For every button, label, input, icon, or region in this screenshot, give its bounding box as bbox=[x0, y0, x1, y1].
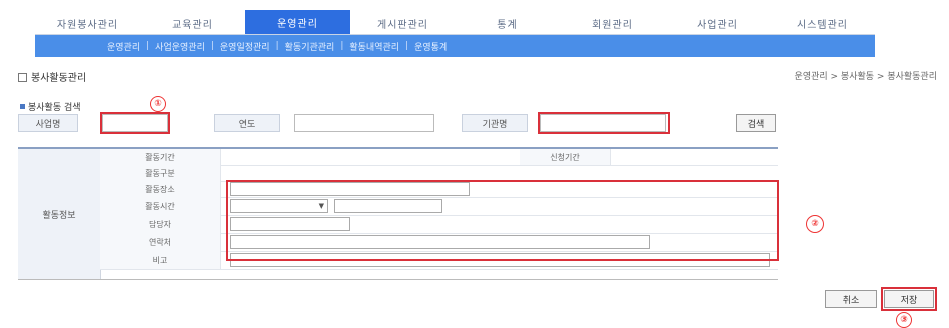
bullet-icon bbox=[20, 104, 25, 109]
form-row: 활동기간 신청기간 bbox=[100, 149, 778, 166]
search-row: 사업명 연도 기관명 검색 bbox=[18, 112, 798, 134]
nav-tab-education[interactable]: 교육관리 bbox=[140, 12, 245, 34]
subnav-separator: | bbox=[146, 41, 150, 51]
highlight-box bbox=[100, 112, 170, 134]
nav-tab-stats[interactable]: 통계 bbox=[455, 12, 560, 34]
nav-tab-business[interactable]: 사업관리 bbox=[665, 12, 770, 34]
top-navigation: 자원봉사관리 교육관리 운영관리 게시판관리 통계 회원관리 사업관리 시스템관… bbox=[35, 8, 875, 35]
subnav-item[interactable]: 활동내역관리 bbox=[349, 40, 399, 53]
form-row-extra-label: 신청기간 bbox=[520, 149, 611, 165]
form-row-label: 활동구분 bbox=[100, 165, 221, 181]
page-title-text: 봉사활동관리 bbox=[31, 73, 87, 84]
form-row-label: 활동장소 bbox=[100, 181, 221, 197]
search-label-2: 연도 bbox=[214, 114, 280, 132]
callout-1: ① bbox=[150, 96, 166, 112]
nav-tab-operation[interactable]: 운영관리 bbox=[245, 10, 350, 34]
sub-navigation: 운영관리 | 사업운영관리 | 운영일정관리 | 활동기관관리 | 활동내역관리 | 운영… bbox=[35, 35, 875, 57]
subnav-separator: | bbox=[340, 41, 344, 51]
highlight-box bbox=[538, 112, 670, 134]
form-group-label: 활동정보 bbox=[18, 149, 101, 279]
subnav-item[interactable]: 활동기관관리 bbox=[285, 40, 335, 53]
subnav-item[interactable]: 운영관리 bbox=[107, 40, 140, 53]
breadcrumb: 운영관리 > 봉사활동 > 봉사활동관리 bbox=[794, 72, 937, 82]
form-row-label: 활동기간 bbox=[100, 149, 221, 165]
form-row-label: 활동시간 bbox=[100, 197, 221, 215]
search-section-title: 봉사활동 검색 bbox=[20, 100, 81, 113]
search-section-label: 봉사활동 검색 bbox=[28, 103, 81, 113]
subnav-item[interactable]: 운영일정관리 bbox=[220, 40, 270, 53]
nav-tab-system[interactable]: 시스템관리 bbox=[770, 12, 875, 34]
reset-button[interactable]: 취소 bbox=[825, 290, 877, 308]
search-button[interactable]: 검색 bbox=[736, 114, 776, 132]
form-row-label: 연락처 bbox=[100, 233, 221, 251]
checkbox-icon bbox=[18, 73, 27, 82]
subnav-separator: | bbox=[210, 41, 214, 51]
search-label-3: 기관명 bbox=[462, 114, 528, 132]
subnav-item[interactable]: 사업운영관리 bbox=[155, 40, 205, 53]
nav-tab-board[interactable]: 게시판관리 bbox=[350, 12, 455, 34]
callout-2: ② bbox=[806, 215, 824, 233]
highlight-box bbox=[226, 180, 779, 261]
subnav-separator: | bbox=[275, 41, 279, 51]
form-row-label: 담당자 bbox=[100, 215, 221, 233]
form-row-label: 비고 bbox=[100, 251, 221, 269]
highlight-box bbox=[881, 287, 937, 311]
nav-tab-volunteer[interactable]: 자원봉사관리 bbox=[35, 12, 140, 34]
page-title: 봉사활동관리 bbox=[18, 69, 86, 84]
nav-tab-members[interactable]: 회원관리 bbox=[560, 12, 665, 34]
subnav-separator: | bbox=[405, 41, 409, 51]
callout-3: ③ bbox=[896, 312, 912, 328]
subnav-item[interactable]: 운영통계 bbox=[414, 40, 447, 53]
search-input-2[interactable] bbox=[294, 114, 434, 132]
search-label-1: 사업명 bbox=[18, 114, 78, 132]
